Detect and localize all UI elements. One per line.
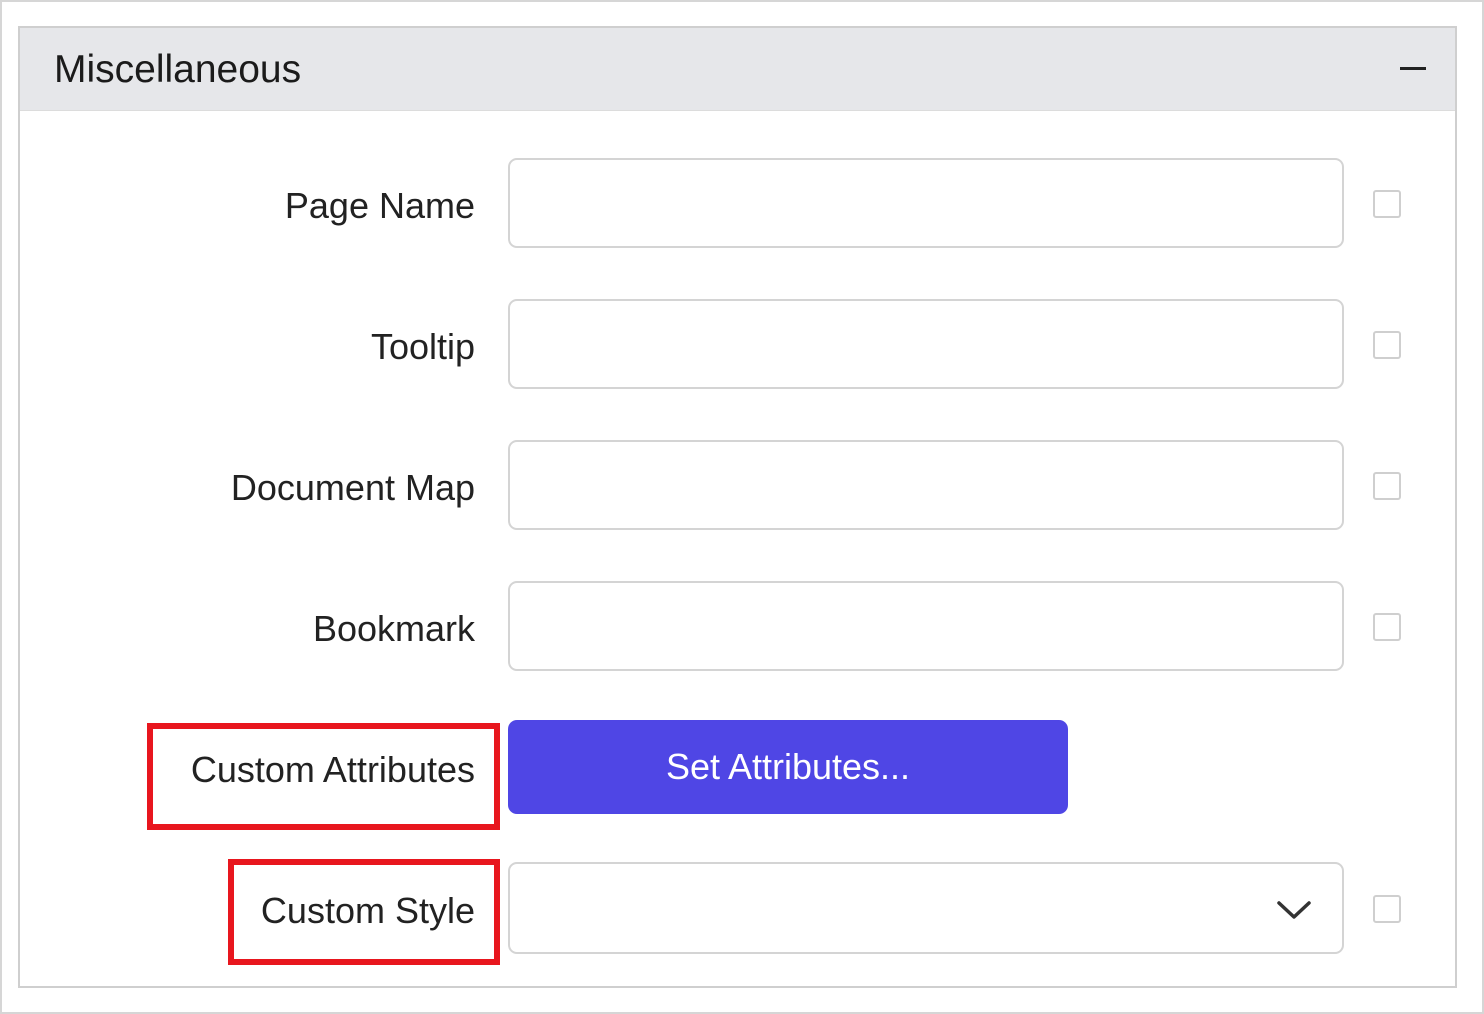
page-name-label: Page Name [284, 185, 475, 226]
panel-title: Miscellaneous [54, 48, 302, 91]
chevron-down-icon [1277, 901, 1311, 919]
page-name-checkbox[interactable] [1373, 190, 1401, 218]
document-map-input[interactable] [508, 440, 1344, 530]
custom-attributes-label: Custom Attributes [190, 749, 475, 790]
collapse-button[interactable] [1396, 54, 1430, 84]
minus-icon [1400, 67, 1426, 70]
tooltip-label: Tooltip [370, 326, 475, 367]
set-attributes-button[interactable]: Set Attributes... [508, 720, 1068, 814]
tooltip-checkbox[interactable] [1373, 331, 1401, 359]
miscellaneous-panel: Miscellaneous Page Name Tooltip Document… [18, 26, 1457, 988]
bookmark-label: Bookmark [312, 608, 475, 649]
document-map-checkbox[interactable] [1373, 472, 1401, 500]
panel-header[interactable]: Miscellaneous [20, 28, 1455, 111]
custom-style-checkbox[interactable] [1373, 895, 1401, 923]
custom-style-label: Custom Style [260, 890, 475, 931]
bookmark-checkbox[interactable] [1373, 613, 1401, 641]
document-map-label: Document Map [230, 467, 475, 508]
bookmark-input[interactable] [508, 581, 1344, 671]
tooltip-input[interactable] [508, 299, 1344, 389]
page-name-input[interactable] [508, 158, 1344, 248]
custom-style-dropdown[interactable] [508, 862, 1344, 954]
